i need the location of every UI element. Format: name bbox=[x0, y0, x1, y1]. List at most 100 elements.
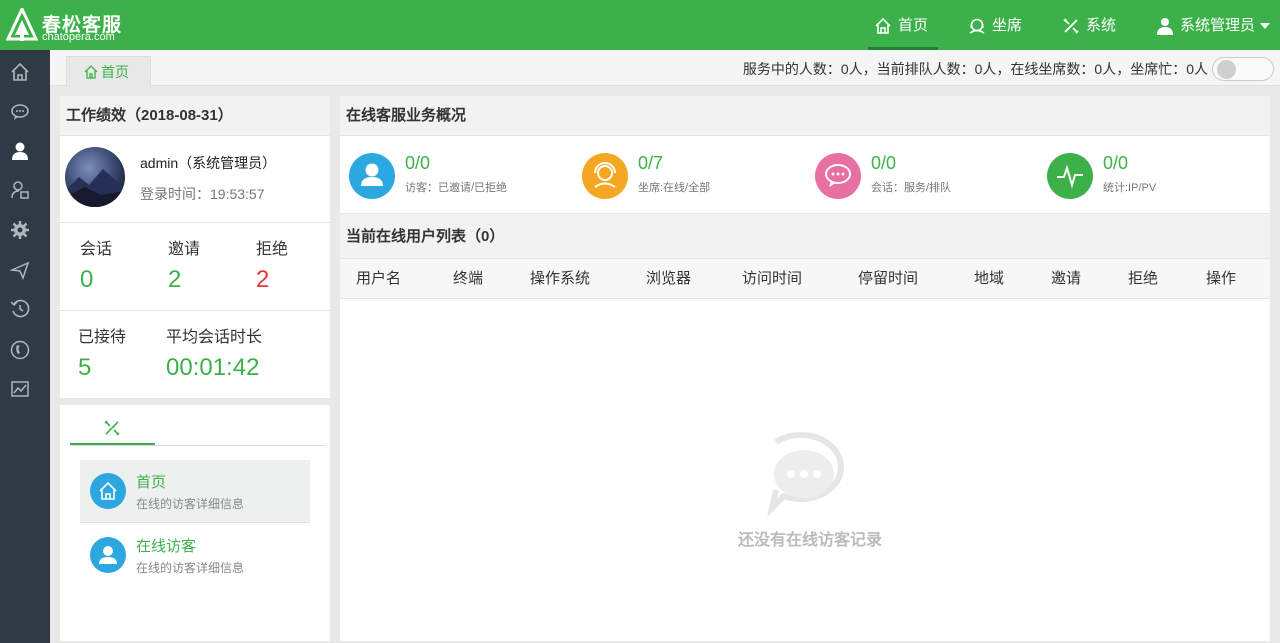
tools-icon bbox=[104, 420, 120, 436]
home-icon bbox=[875, 17, 891, 34]
received-count: 5 bbox=[78, 354, 92, 381]
headset-icon bbox=[969, 18, 985, 34]
home-icon bbox=[99, 481, 117, 500]
online-list-title: 当前在线用户列表（0） bbox=[340, 213, 1270, 258]
pine-tree-icon bbox=[6, 8, 38, 41]
nav-home[interactable]: 首页 bbox=[867, 0, 939, 50]
pulse-icon bbox=[1057, 164, 1083, 189]
column-header[interactable]: 访问时间 bbox=[742, 259, 802, 299]
menu-desc: 在线的访客详细信息 bbox=[136, 497, 245, 511]
login-time: 登录时间：19:53:57 bbox=[140, 186, 265, 202]
kpi-value: 0/0 bbox=[405, 153, 431, 173]
reject-count: 2 bbox=[256, 266, 270, 293]
user-icon bbox=[99, 546, 117, 564]
visitor-icon bbox=[361, 163, 383, 186]
divider bbox=[60, 222, 330, 223]
kpi-value: 0/0 bbox=[871, 153, 897, 173]
kpi-label: 统计:IP/PV bbox=[1103, 182, 1157, 194]
empty-chat-icon bbox=[767, 432, 844, 516]
menu-icon-circle bbox=[90, 537, 126, 573]
kpi-traffic: 0/0 统计:IP/PV bbox=[1047, 151, 1267, 201]
performance-panel: 工作绩效（2018-08-31） admin（系统管理员） 登录时间：19:53… bbox=[60, 96, 330, 398]
column-header[interactable]: 停留时间 bbox=[858, 259, 918, 299]
agent-icon bbox=[594, 162, 616, 188]
column-header[interactable]: 操作系统 bbox=[530, 259, 590, 299]
avatar bbox=[65, 147, 125, 207]
reject-label: 拒绝 bbox=[256, 241, 289, 258]
invite-label: 邀请 bbox=[168, 241, 201, 258]
history-icon[interactable] bbox=[10, 299, 30, 319]
nav-system-label: 系统 bbox=[1086, 17, 1117, 34]
user-menu-label: 系统管理员 bbox=[1180, 17, 1256, 34]
kpi-icon-circle bbox=[815, 153, 861, 199]
invite-count: 2 bbox=[168, 266, 182, 293]
tab-tools[interactable] bbox=[70, 415, 155, 445]
chevron-down-icon bbox=[1260, 23, 1270, 29]
nav-agent[interactable]: 坐席 bbox=[968, 0, 1022, 50]
menu-item-online-visitors[interactable]: 在线访客 在线的访客详细信息 bbox=[80, 524, 310, 586]
tools-icon bbox=[1063, 18, 1079, 34]
menu-title: 在线访客 bbox=[136, 538, 197, 555]
session-label: 会话 bbox=[80, 241, 113, 258]
chat-bubble-icon bbox=[825, 164, 851, 187]
chat-icon[interactable] bbox=[10, 102, 30, 122]
top-bar: 春松客服 chatopera.com 首页 坐席 系统 系统管理员 bbox=[0, 0, 1280, 50]
menu-title: 首页 bbox=[136, 474, 167, 491]
session-count: 0 bbox=[80, 266, 94, 293]
kpi-agents: 0/7 坐席:在线/全部 bbox=[582, 151, 802, 201]
avg-duration: 00:01:42 bbox=[166, 354, 260, 381]
report-icon[interactable] bbox=[10, 379, 30, 399]
column-header[interactable]: 地域 bbox=[974, 259, 1004, 299]
toggle-knob bbox=[1217, 60, 1236, 79]
tab-home[interactable]: 首页 bbox=[66, 56, 151, 87]
brand-subtitle: chatopera.com bbox=[42, 31, 115, 43]
brand-logo[interactable]: 春松客服 chatopera.com bbox=[6, 8, 136, 44]
avg-duration-label: 平均会话时长 bbox=[166, 329, 263, 346]
contacts-icon[interactable] bbox=[10, 180, 30, 200]
divider bbox=[70, 445, 325, 446]
column-header[interactable]: 浏览器 bbox=[646, 259, 691, 299]
gear-icon[interactable] bbox=[10, 220, 30, 240]
nav-system[interactable]: 系统 bbox=[1062, 0, 1116, 50]
sidebar bbox=[0, 50, 50, 643]
kpi-label: 访客：已邀请/已拒绝 bbox=[405, 182, 508, 194]
user-icon[interactable] bbox=[10, 141, 30, 161]
tab-strip: 首页 服务中的人数：0人，当前排队人数：0人，在线坐席数：0人，坐席忙：0人 bbox=[50, 50, 1280, 87]
nav-home-label: 首页 bbox=[898, 17, 929, 34]
user-icon bbox=[1157, 18, 1173, 35]
received-label: 已接待 bbox=[78, 329, 127, 346]
column-header[interactable]: 邀请 bbox=[1051, 259, 1081, 299]
user-menu[interactable]: 系统管理员 bbox=[1156, 0, 1270, 50]
column-header[interactable]: 用户名 bbox=[356, 259, 401, 299]
column-header[interactable]: 操作 bbox=[1206, 259, 1236, 299]
performance-title: 工作绩效（2018-08-31） bbox=[60, 96, 330, 136]
send-icon[interactable] bbox=[10, 260, 30, 280]
menu-icon-circle bbox=[90, 473, 126, 509]
tab-home-label: 首页 bbox=[101, 64, 129, 80]
home-icon[interactable] bbox=[10, 62, 30, 82]
busy-toggle[interactable] bbox=[1212, 57, 1274, 81]
table-header: 用户名 终端 操作系统 浏览器 访问时间 停留时间 地域 邀请 拒绝 操作 bbox=[340, 258, 1270, 299]
kpi-sessions: 0/0 会话：服务/排队 bbox=[815, 151, 1035, 201]
kpi-icon-circle bbox=[1047, 153, 1093, 199]
column-header[interactable]: 拒绝 bbox=[1128, 259, 1158, 299]
quick-menu-panel: 首页 在线的访客详细信息 在线访客 在线的访客详细信息 bbox=[60, 405, 330, 641]
kpi-value: 0/7 bbox=[638, 153, 664, 173]
kpi-value: 0/0 bbox=[1103, 153, 1129, 173]
kpi-icon-circle bbox=[349, 153, 395, 199]
service-stats: 服务中的人数：0人，当前排队人数：0人，在线坐席数：0人，坐席忙：0人 bbox=[742, 61, 1208, 77]
kpi-visitors: 0/0 访客：已邀请/已拒绝 bbox=[349, 151, 569, 201]
kpi-icon-circle bbox=[582, 153, 628, 199]
overview-panel: 在线客服业务概况 0/0 访客：已邀请/已拒绝 0/7 坐席:在线/全部 0/0… bbox=[340, 96, 1270, 641]
menu-item-home[interactable]: 首页 在线的访客详细信息 bbox=[80, 460, 310, 522]
overview-title: 在线客服业务概况 bbox=[340, 96, 1270, 136]
home-icon bbox=[84, 65, 98, 79]
phone-icon[interactable] bbox=[10, 340, 30, 360]
scrollbar-track[interactable] bbox=[1271, 96, 1280, 557]
menu-desc: 在线的访客详细信息 bbox=[136, 561, 245, 575]
kpi-label: 坐席:在线/全部 bbox=[638, 182, 711, 194]
column-header[interactable]: 终端 bbox=[453, 259, 483, 299]
mountain-image bbox=[65, 169, 125, 207]
empty-state-text: 还没有在线访客记录 bbox=[737, 532, 882, 549]
divider bbox=[60, 310, 330, 311]
